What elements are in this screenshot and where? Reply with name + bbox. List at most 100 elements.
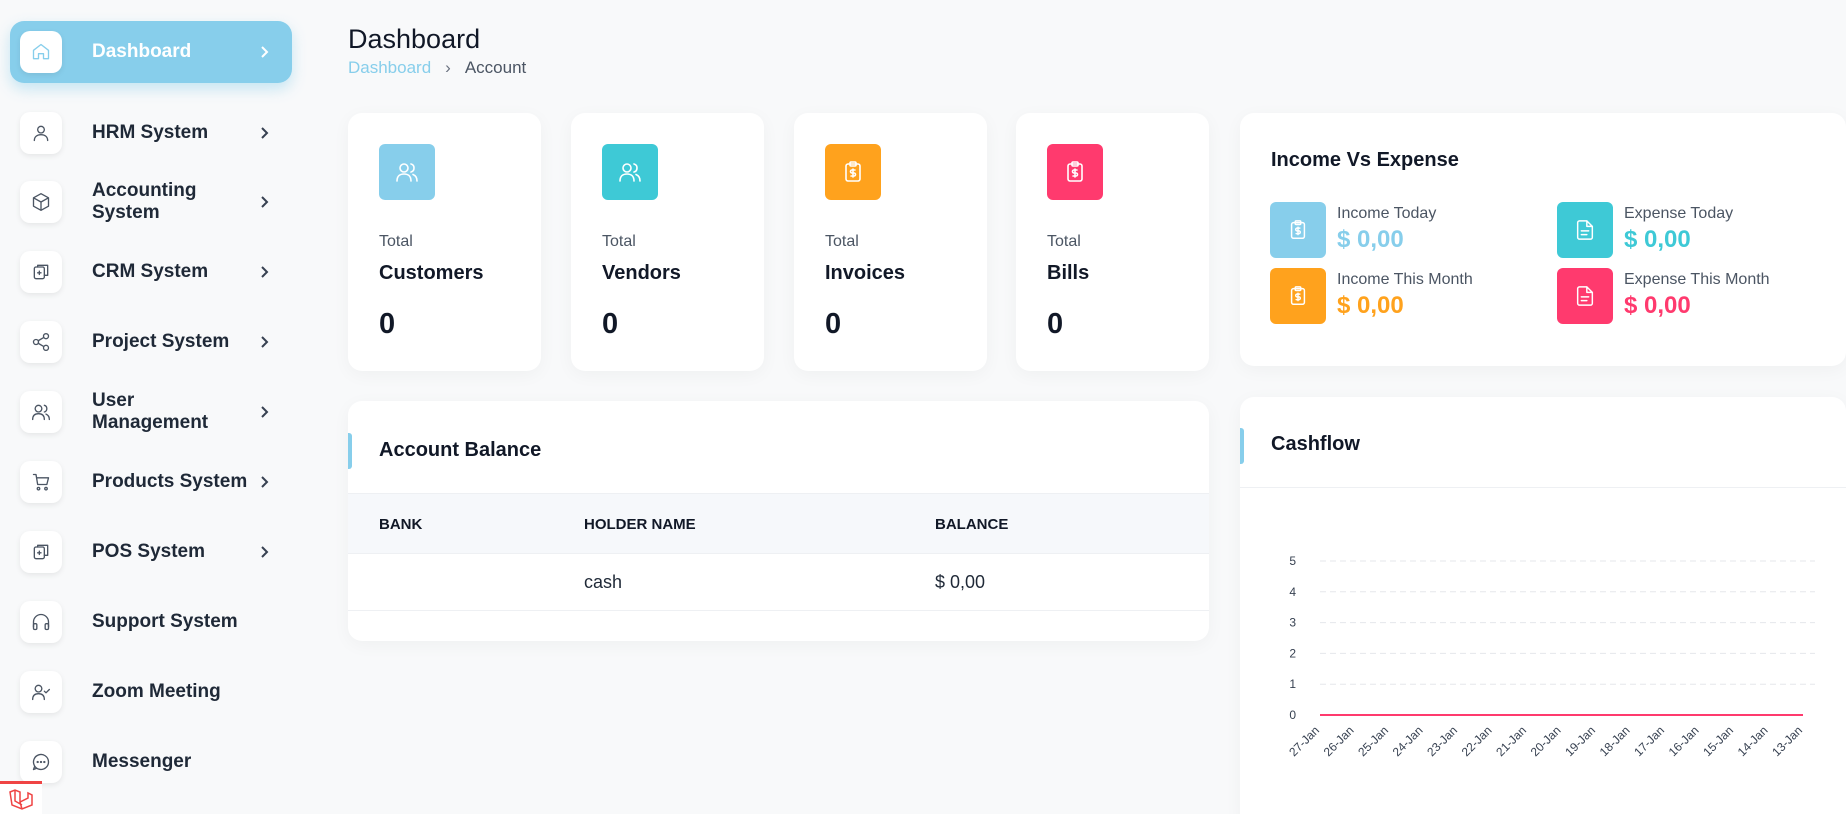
stat-caption: Total: [825, 233, 859, 250]
sidebar-item-pos-system[interactable]: POS System: [10, 521, 292, 583]
y-tick-label: 0: [1289, 708, 1296, 722]
clipboard-dollar-icon: [1270, 202, 1326, 258]
x-tick-label: 21-Jan: [1493, 723, 1529, 759]
metric-income-today: Income Today $ 0,00: [1270, 202, 1436, 258]
sidebar-item-project-system[interactable]: Project System: [10, 311, 292, 373]
sidebar-item-hrm-system[interactable]: HRM System: [10, 102, 292, 164]
x-tick-label: 16-Jan: [1666, 723, 1702, 759]
stat-caption: Total: [379, 233, 413, 250]
x-tick-label: 20-Jan: [1528, 723, 1564, 759]
metric-label: Income Today: [1337, 205, 1437, 222]
sidebar-item-messenger[interactable]: Messenger: [10, 731, 292, 793]
account-balance-title: Account Balance: [379, 439, 542, 461]
file-text-icon: [1557, 268, 1613, 324]
stat-caption: Total: [602, 233, 636, 250]
stat-value: 0: [379, 308, 396, 340]
chevron-right-icon[interactable]: [254, 192, 274, 212]
table-row: cash $ 0,00: [348, 554, 1209, 611]
metric-label: Expense Today: [1624, 205, 1734, 222]
users-icon: [379, 144, 435, 200]
cart-icon: [20, 461, 62, 503]
cell-balance: $ 0,00: [935, 572, 986, 592]
layers-icon: [20, 531, 62, 573]
x-tick-label: 22-Jan: [1459, 723, 1495, 759]
stat-name: Customers: [379, 262, 484, 284]
sidebar: Dashboard HRM System Accounting System CRM…: [0, 0, 300, 814]
sidebar-item-zoom-meeting[interactable]: Zoom Meeting: [10, 661, 292, 723]
home-icon: [20, 31, 62, 73]
page-title: Dashboard: [348, 24, 481, 54]
stat-name: Invoices: [825, 262, 906, 284]
users-icon: [602, 144, 658, 200]
column-header-bank[interactable]: BANK: [379, 516, 422, 533]
stat-name: Bills: [1047, 262, 1090, 284]
y-tick-label: 4: [1289, 585, 1296, 599]
x-tick-label: 23-Jan: [1424, 723, 1460, 759]
column-header-holder-name[interactable]: HOLDER NAME: [584, 516, 696, 533]
stat-card-vendors: Total Vendors 0: [571, 113, 764, 371]
box-icon: [20, 181, 62, 223]
clipboard-dollar-icon: [1270, 268, 1326, 324]
chevron-right-icon[interactable]: [254, 332, 274, 352]
sidebar-item-support-system[interactable]: Support System: [10, 591, 292, 653]
metric-value: $ 0,00: [1337, 292, 1404, 319]
sidebar-item-label: CRM System: [92, 261, 209, 282]
stat-card-bills: Total Bills 0: [1016, 113, 1209, 371]
chevron-right-icon: [261, 336, 269, 348]
metric-value: $ 0,00: [1624, 226, 1691, 253]
message-icon: [20, 741, 62, 783]
y-tick-label: 5: [1289, 554, 1296, 568]
breadcrumb-current: Account: [464, 58, 527, 77]
metric-value: $ 0,00: [1337, 226, 1404, 253]
chevron-right-icon[interactable]: [254, 472, 274, 492]
chevron-right-icon[interactable]: [254, 42, 274, 62]
file-text-icon: [1557, 202, 1613, 258]
chevron-right-icon: ›: [445, 58, 451, 77]
user-check-icon: [20, 671, 62, 713]
breadcrumb-link-dashboard[interactable]: Dashboard: [348, 58, 431, 78]
column-header-balance[interactable]: BALANCE: [935, 516, 1008, 533]
metric-expense-today: Expense Today $ 0,00: [1557, 202, 1733, 258]
account-balance-card: Account Balance BANK HOLDER NAME BALANCE…: [348, 401, 1209, 641]
cashflow-chart: 0 1 2 3 4 5 27-Jan26-Jan25-Jan24-Jan23-Jan22-J…: [1286, 554, 1815, 759]
y-tick-label: 2: [1289, 646, 1296, 660]
sidebar-item-products-system[interactable]: Products System: [10, 451, 292, 513]
x-tick-label: 24-Jan: [1390, 723, 1426, 759]
headphones-icon: [20, 601, 62, 643]
clipboard-dollar-icon: [1047, 144, 1103, 200]
sidebar-item-label: Dashboard: [92, 41, 192, 62]
share-icon: [20, 321, 62, 363]
sidebar-item-user-management[interactable]: User Management: [10, 381, 292, 443]
x-tick-label: 26-Jan: [1321, 723, 1357, 759]
laravel-logo-icon[interactable]: [0, 781, 42, 814]
chevron-right-icon: [261, 476, 269, 488]
sidebar-item-label: Support System: [92, 611, 238, 632]
chevron-right-icon: [261, 266, 269, 278]
chevron-right-icon[interactable]: [254, 542, 274, 562]
chevron-right-icon: [261, 127, 269, 139]
sidebar-item-crm-system[interactable]: CRM System: [10, 241, 292, 303]
x-tick-label: 13-Jan: [1769, 723, 1805, 759]
chevron-right-icon: [261, 196, 269, 208]
sidebar-item-dashboard[interactable]: Dashboard: [10, 21, 292, 83]
income-vs-expense-card: Income Vs Expense Income Today $ 0,00 Expe…: [1240, 113, 1846, 366]
chevron-right-icon[interactable]: [254, 262, 274, 282]
stat-caption: Total: [1047, 233, 1081, 250]
chevron-right-icon[interactable]: [254, 123, 274, 143]
clipboard-dollar-icon: [825, 144, 881, 200]
stat-value: 0: [602, 308, 619, 340]
x-tick-label: 27-Jan: [1286, 723, 1322, 759]
x-tick-label: 14-Jan: [1735, 723, 1771, 759]
metric-label: Income This Month: [1337, 271, 1473, 288]
metric-label: Expense This Month: [1624, 271, 1770, 288]
sidebar-item-accounting-system[interactable]: Accounting System: [10, 171, 292, 233]
title-accent: [348, 433, 352, 469]
chevron-right-icon: [261, 46, 269, 58]
layers-icon: [20, 251, 62, 293]
metric-expense-this-month: Expense This Month $ 0,00: [1557, 268, 1770, 324]
chevron-right-icon[interactable]: [254, 402, 274, 422]
x-tick-label: 17-Jan: [1631, 723, 1667, 759]
cell-holder-name: cash: [584, 572, 623, 592]
metric-value: $ 0,00: [1624, 292, 1691, 319]
stat-value: 0: [1047, 308, 1064, 340]
